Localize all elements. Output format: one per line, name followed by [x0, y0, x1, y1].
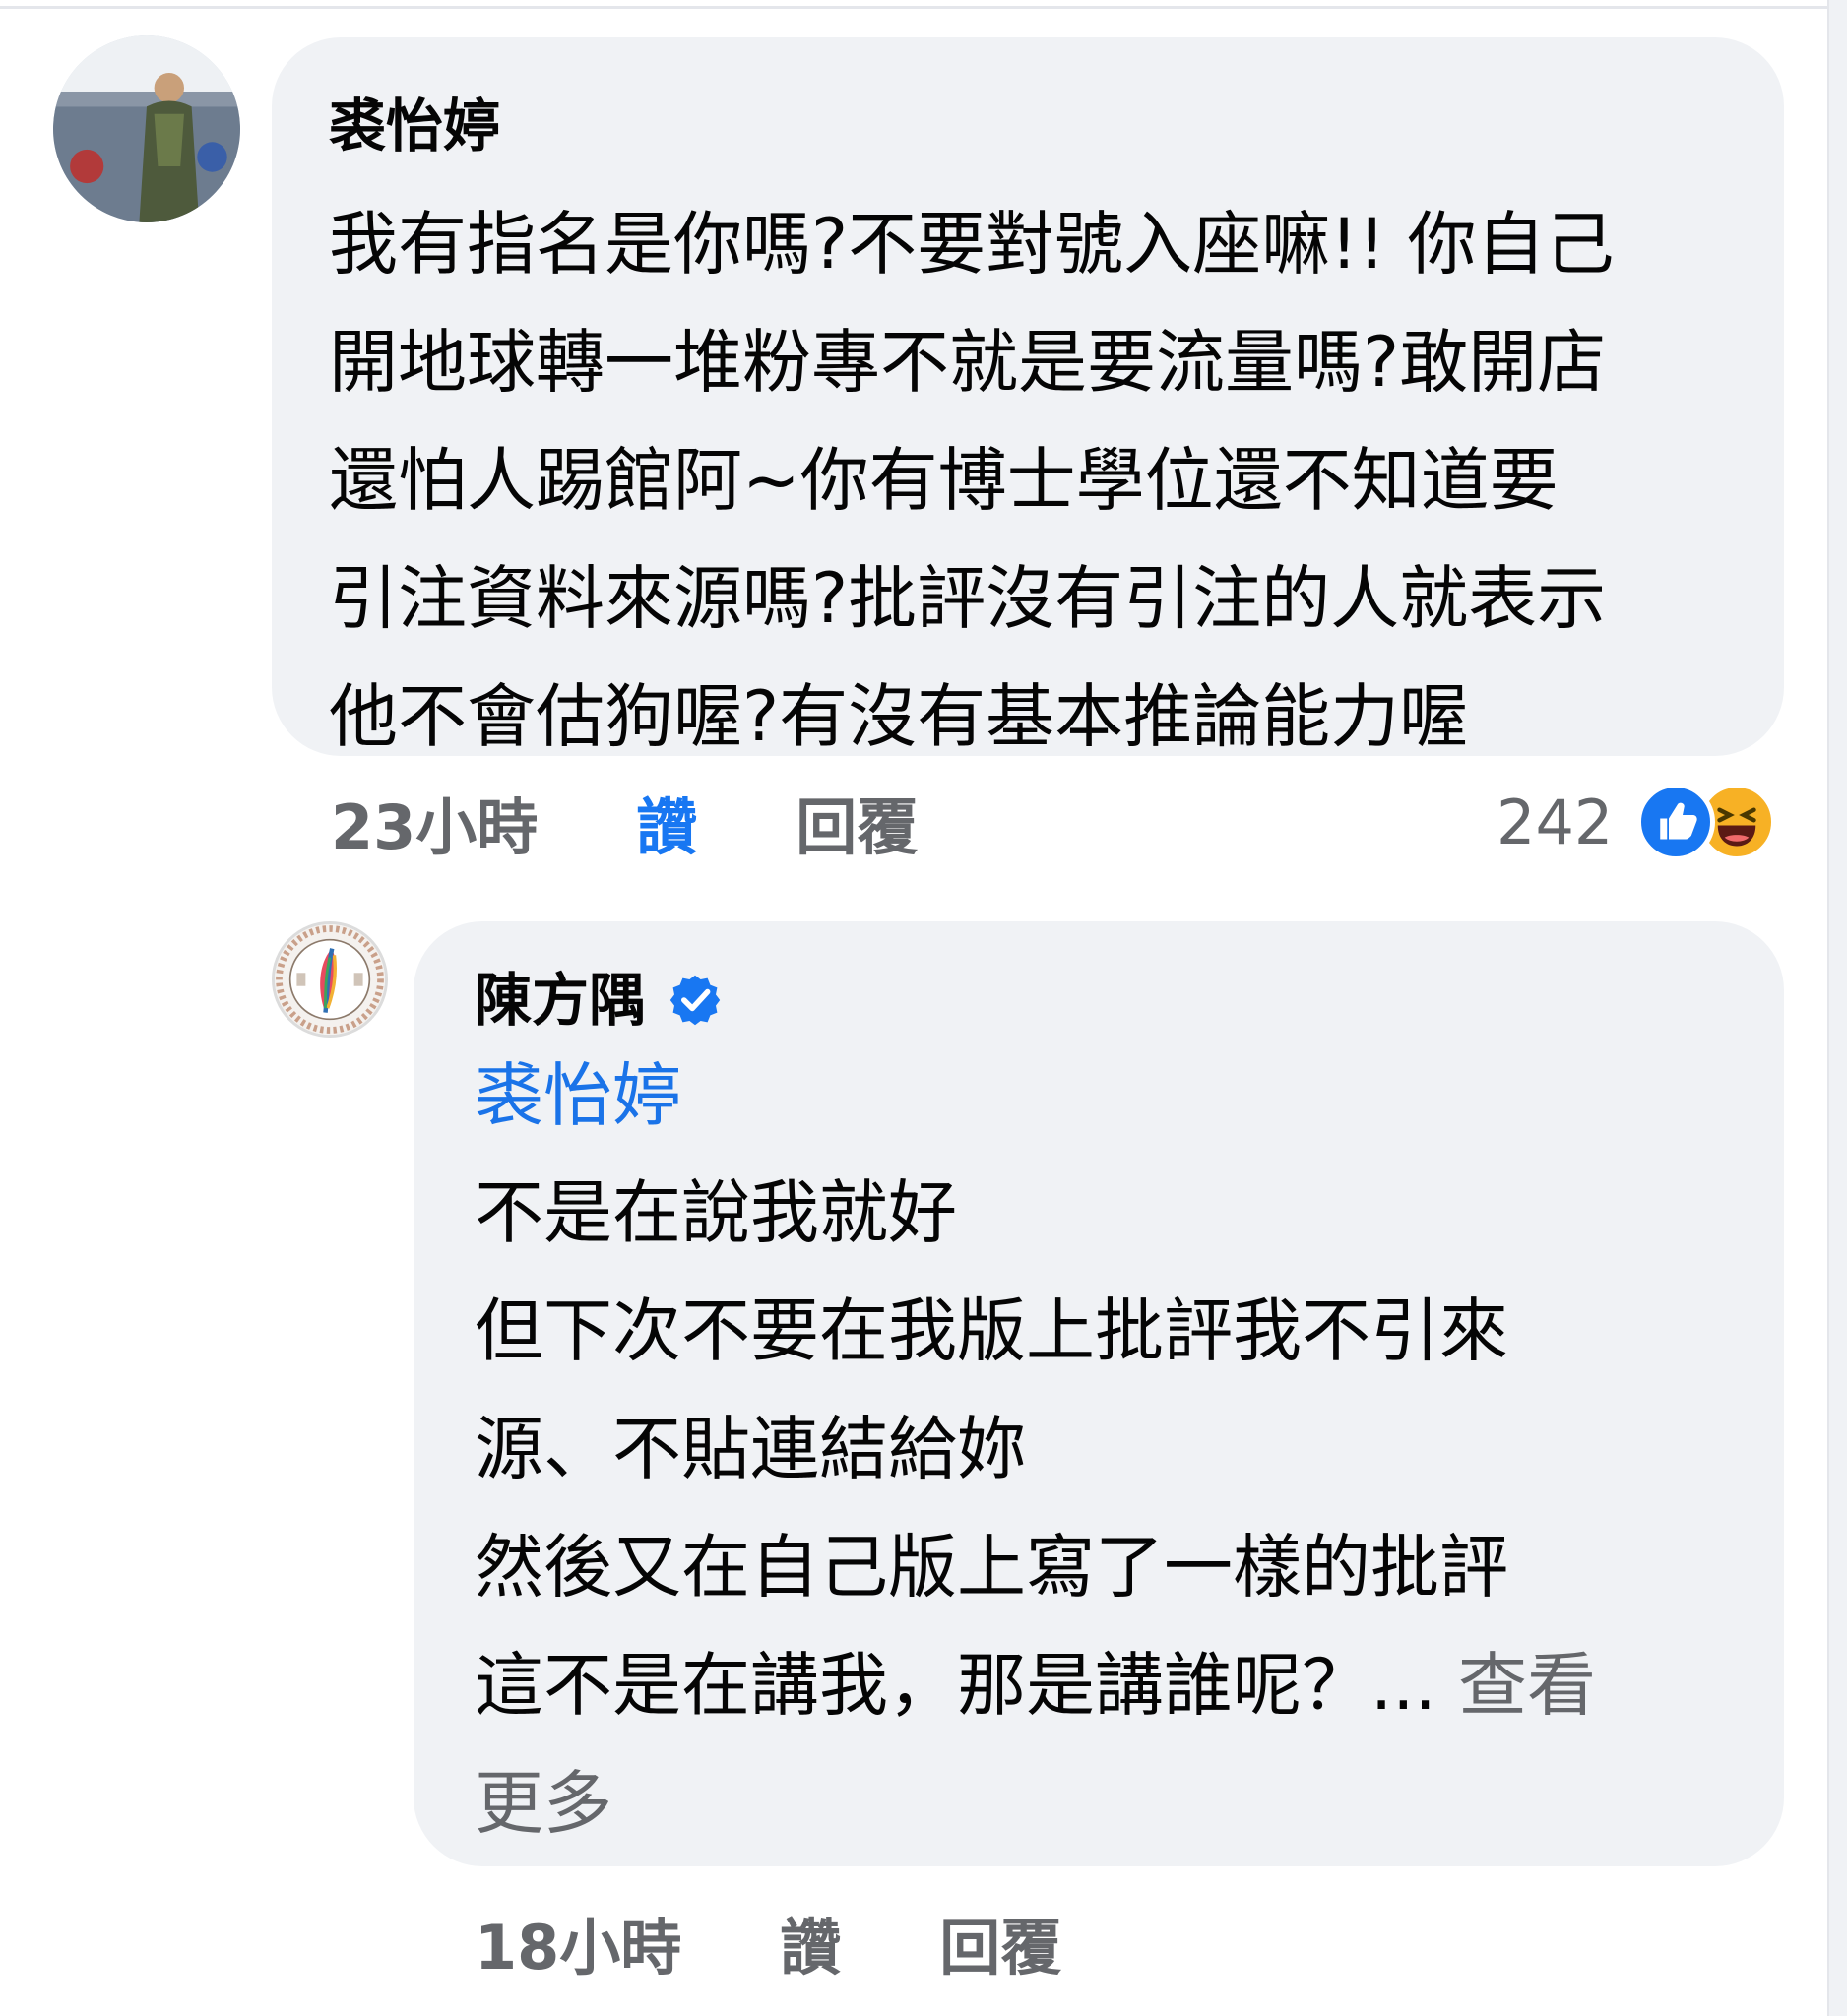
- verified-badge-icon: [669, 975, 721, 1026]
- comment-line: 開地球轉一堆粉專不就是要流量嗎?敢開店: [329, 322, 1607, 403]
- mention-link[interactable]: 裘怡婷: [475, 1041, 1784, 1150]
- like-button[interactable]: 讚: [780, 1898, 841, 1986]
- comment-line: 引注資料來源嗎?批評沒有引注的人就表示: [329, 558, 1607, 639]
- reaction-count: 242: [1497, 786, 1614, 858]
- reply-button[interactable]: 回覆: [939, 1898, 1061, 1986]
- like-button[interactable]: 讚: [636, 778, 697, 866]
- reply-author[interactable]: 陳方隅: [475, 961, 646, 1040]
- reply-line: 然後又在自己版上寫了一樣的批評: [475, 1527, 1508, 1607]
- reply-button[interactable]: 回覆: [796, 778, 918, 866]
- like-icon: [1636, 783, 1716, 861]
- emblem-logo-icon: [275, 924, 385, 1035]
- comment-bubble: 裘怡婷 我有指名是你嗎?不要對號入座嘛!! 你自己 開地球轉一堆粉專不就是要流量…: [272, 37, 1784, 757]
- reply-actions: 18小時 讚 回覆: [475, 1898, 1160, 1986]
- avatar-photo-icon: [53, 35, 240, 222]
- comment-line: 我有指名是你嗎?不要對號入座嘛!! 你自己: [329, 204, 1615, 284]
- comment-author[interactable]: 裘怡婷: [329, 87, 1784, 165]
- scrollbar[interactable]: [1827, 0, 1847, 2016]
- reply-timestamp[interactable]: 18小時: [475, 1898, 681, 1986]
- reply-line: 不是在說我就好: [475, 1172, 957, 1253]
- comment-actions: 23小時 讚 回覆: [331, 778, 1016, 866]
- comment-line: 他不會估狗喔?有沒有基本推論能力喔: [329, 676, 1469, 757]
- see-more-link-continued[interactable]: 更多: [475, 1744, 1784, 1862]
- reply-line-truncated: 這不是在講我，那是講誰呢？... 查看: [475, 1626, 1784, 1744]
- replier-avatar[interactable]: [272, 921, 388, 1038]
- comment-line: 還怕人踢館阿~你有博士學位還不知道要: [329, 440, 1559, 521]
- see-more-link[interactable]: 查看: [1436, 1645, 1596, 1726]
- reaction-summary[interactable]: 242: [1497, 778, 1777, 866]
- reply-line: 源、不貼連結給妳: [475, 1409, 1026, 1489]
- top-divider: [0, 6, 1831, 9]
- reply-bubble: 陳方隅 裘怡婷 不是在說我就好 但下次不要在我版上批評我不引來 源、不貼連結給妳…: [414, 921, 1784, 1866]
- reply-author-row: 陳方隅: [475, 961, 1784, 1040]
- commenter-avatar[interactable]: [53, 35, 240, 222]
- comment-timestamp[interactable]: 23小時: [331, 778, 538, 866]
- reply-line: 這不是在講我，那是講誰呢？...: [475, 1645, 1436, 1726]
- reply-line: 但下次不要在我版上批評我不引來: [475, 1291, 1508, 1371]
